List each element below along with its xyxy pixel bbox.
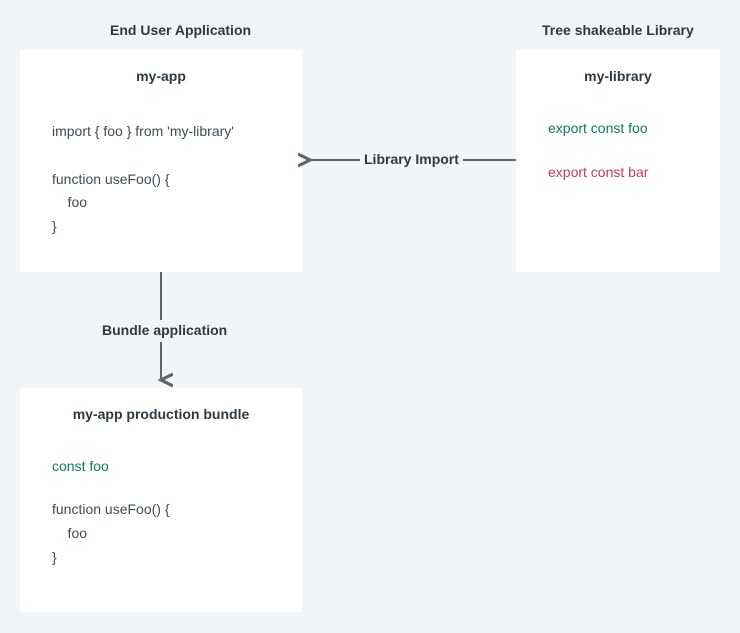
my-app-box-title: my-app: [52, 68, 270, 84]
bundle-box: my-app production bundle const foo funct…: [20, 388, 302, 612]
my-library-box: my-library export const foo export const…: [516, 50, 720, 272]
export-const-bar: export const bar: [548, 164, 688, 180]
my-library-box-title: my-library: [548, 68, 688, 84]
tree-shakeable-library-title: Tree shakeable Library: [542, 22, 694, 38]
my-app-code: import { foo } from 'my-library' functio…: [52, 120, 270, 239]
bundle-box-title: my-app production bundle: [52, 406, 270, 422]
bundle-code: function useFoo() { foo }: [52, 498, 270, 569]
bundle-application-label: Bundle application: [98, 322, 231, 338]
my-app-box: my-app import { foo } from 'my-library' …: [20, 50, 302, 272]
library-import-label: Library Import: [360, 151, 463, 167]
export-const-foo: export const foo: [548, 120, 688, 136]
const-foo-included: const foo: [52, 458, 270, 474]
end-user-application-title: End User Application: [110, 22, 251, 38]
